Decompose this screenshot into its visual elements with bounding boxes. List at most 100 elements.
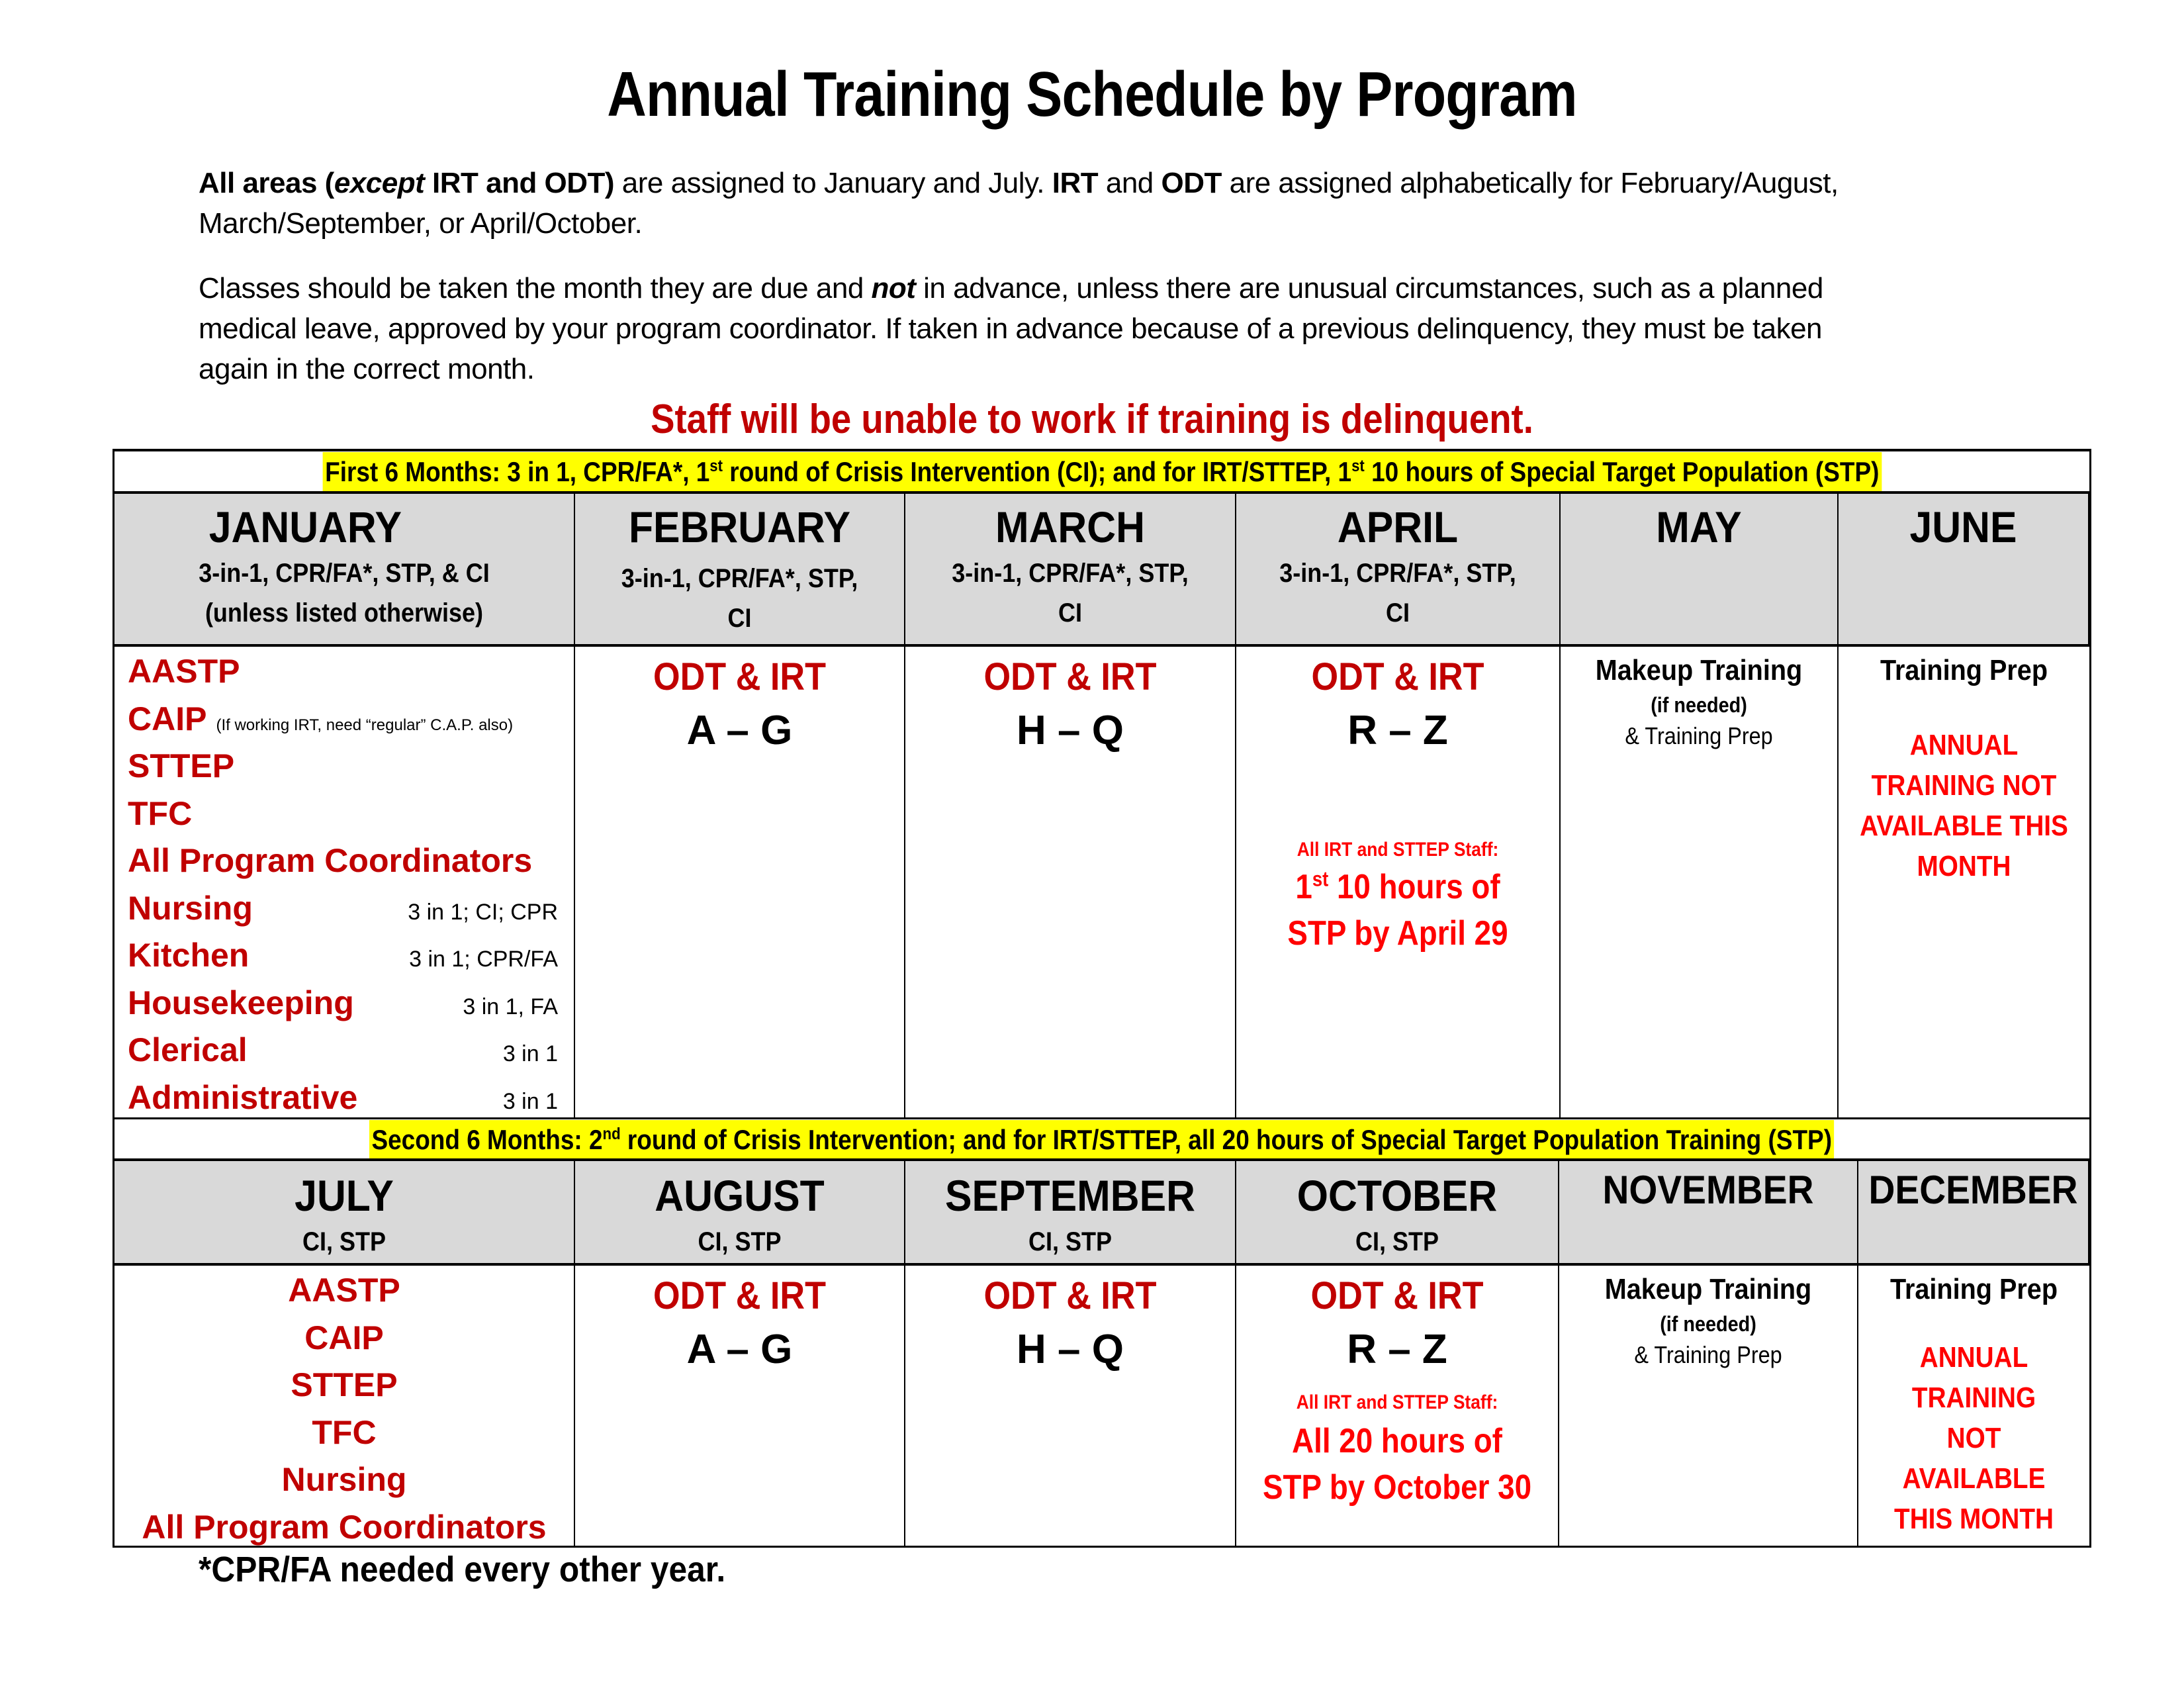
month-sub: 3-in-1, CPR/FA*, STP, & CI [199, 559, 490, 588]
makeup-title: Makeup Training [1604, 1273, 1812, 1305]
alpha-range: A – G [686, 1327, 793, 1372]
month-name: APRIL [1337, 502, 1459, 551]
program-note: 3 in 1 [502, 1088, 558, 1114]
october-assignment: ODT & IRT R – Z All IRT and STTEP Staff:… [1236, 1266, 1559, 1546]
month-name: FEBRUARY [628, 502, 851, 551]
alpha-range: R – Z [1347, 1327, 1447, 1372]
month-name: DECEMBER [1868, 1168, 2078, 1212]
second-half-table: JULY CI, STP AUGUST CI, STP SEPTEMBER CI… [113, 1158, 2091, 1548]
program-row: Administrative 3 in 1 [128, 1078, 558, 1116]
april-assignment: ODT & IRT R – Z All IRT and STTEP Staff:… [1236, 647, 1561, 1117]
program-note: 3 in 1, FA [463, 994, 558, 1019]
month-header-june: JUNE [1839, 494, 2089, 647]
makeup-note: & Training Prep [1634, 1341, 1782, 1368]
month-header-october: OCTOBER CI, STP [1236, 1161, 1559, 1266]
month-sub: CI [727, 604, 752, 633]
month-header-april: APRIL 3-in-1, CPR/FA*, STP, CI [1236, 494, 1561, 647]
second-half-band-text: Second 6 Months: 2nd round of Crisis Int… [369, 1119, 1835, 1160]
staff-label: All IRT and STTEP Staff: [1296, 1391, 1498, 1413]
makeup-note: & Training Prep [1625, 722, 1773, 749]
prep-title: Training Prep [1880, 654, 2048, 686]
program-name: STTEP [291, 1366, 398, 1403]
month-sub: 3-in-1, CPR/FA*, STP, [952, 559, 1189, 588]
program-row: STTEP [128, 747, 235, 784]
month-header-september: SEPTEMBER CI, STP [905, 1161, 1236, 1266]
program-name: Nursing [281, 1461, 407, 1498]
program-name: AASTP [288, 1272, 400, 1309]
first-half-table: JANUARY 3-in-1, CPR/FA*, STP, & CI (unle… [113, 491, 2091, 1119]
month-name: MAY [1656, 502, 1742, 551]
program-row: Clerical 3 in 1 [128, 1031, 558, 1068]
february-assignment: ODT & IRT A – G [575, 647, 905, 1117]
month-name: SEPTEMBER [945, 1171, 1195, 1220]
month-name: AUGUST [655, 1171, 825, 1220]
page-title: Annual Training Schedule by Program [607, 59, 1577, 130]
staff-label: All IRT and STTEP Staff: [1297, 839, 1499, 861]
month-sub: 3-in-1, CPR/FA*, STP, [621, 564, 858, 593]
month-name: MARCH [995, 502, 1145, 551]
footnote: *CPR/FA needed every other year. [199, 1550, 726, 1589]
program-name: TFC [312, 1413, 377, 1451]
month-header-february: FEBRUARY 3-in-1, CPR/FA*, STP, CI [575, 494, 905, 647]
june-assignment: Training Prep ANNUAL TRAINING NOT AVAILA… [1839, 647, 2089, 1117]
intro-paragraph-1: All areas (except IRT and ODT) are assig… [199, 163, 1985, 244]
alpha-range: H – Q [1017, 708, 1124, 753]
intro-p1-line1: All areas (except IRT and ODT) are assig… [199, 167, 1839, 199]
may-assignment: Makeup Training (if needed) & Training P… [1561, 647, 1839, 1117]
program-note: 3 in 1; CI; CPR [408, 899, 558, 925]
group-label: ODT & IRT [1310, 1274, 1484, 1317]
group-label: ODT & IRT [983, 655, 1157, 698]
month-header-august: AUGUST CI, STP [575, 1161, 905, 1266]
delinquency-warning: Staff will be unable to work if training… [651, 397, 1533, 442]
month-name: JANUARY [208, 502, 402, 551]
program-name: All Program Coordinators [142, 1508, 547, 1546]
group-label: ODT & IRT [983, 1274, 1157, 1317]
intro-p1-odt: ODT [1161, 167, 1222, 199]
program-row: Kitchen 3 in 1; CPR/FA [128, 937, 558, 974]
intro-p1-italic: except [334, 167, 425, 199]
month-sub: CI [1386, 598, 1410, 628]
group-label: ODT & IRT [653, 655, 826, 698]
intro-p1-bold: All areas ( [199, 167, 334, 199]
month-sub: CI, STP [302, 1227, 387, 1256]
group-label: ODT & IRT [1311, 655, 1484, 698]
program-note: 3 in 1; CPR/FA [409, 947, 558, 972]
month-sub: 3-in-1, CPR/FA*, STP, [1279, 559, 1516, 588]
september-assignment: ODT & IRT H – Q [905, 1266, 1236, 1546]
month-header-march: MARCH 3-in-1, CPR/FA*, STP, CI [905, 494, 1236, 647]
month-name: NOVEMBER [1602, 1168, 1814, 1212]
intro-p2-line2: medical leave, approved by your program … [199, 312, 1823, 345]
intro-p2-b: in advance, unless there are unusual cir… [915, 272, 1823, 305]
program-note: 3 in 1 [502, 1041, 558, 1066]
december-assignment: Training Prep ANNUAL TRAINING NOT AVAILA… [1858, 1266, 2089, 1546]
month-header-november: NOVEMBER [1559, 1161, 1858, 1266]
intro-p2-line3: again in the correct month. [199, 353, 535, 385]
makeup-sub: (if needed) [1651, 693, 1747, 717]
month-sub: CI, STP [1355, 1227, 1439, 1256]
month-sub: CI, STP [1028, 1227, 1113, 1256]
program-row: CAIP (If working IRT, need “regular” C.A.… [128, 700, 514, 737]
second-half-band: Second 6 Months: 2nd round of Crisis Int… [113, 1117, 2091, 1160]
month-sub: CI, STP [698, 1227, 782, 1256]
alpha-range: H – Q [1017, 1327, 1124, 1372]
first-half-band-text: First 6 Months: 3 in 1, CPR/FA*, 1st rou… [322, 452, 1882, 492]
month-sub: (unless listed otherwise) [205, 598, 484, 628]
month-header-january: JANUARY 3-in-1, CPR/FA*, STP, & CI (unle… [114, 494, 575, 647]
prep-title: Training Prep [1889, 1273, 2058, 1305]
alpha-range: R – Z [1347, 708, 1448, 753]
intro-p2-a: Classes should be taken the month they a… [199, 272, 872, 305]
intro-p1-rest: are assigned alphabetically for February… [1221, 167, 1839, 199]
november-assignment: Makeup Training (if needed) & Training P… [1559, 1266, 1858, 1546]
month-name: OCTOBER [1297, 1171, 1498, 1220]
august-assignment: ODT & IRT A – G [575, 1266, 905, 1546]
intro-p1-irt: IRT [1052, 167, 1099, 199]
program-row: AASTP [128, 653, 240, 690]
program-name: CAIP [304, 1319, 384, 1356]
stp-deadline-line2: STP by April 29 [1287, 914, 1508, 953]
march-assignment: ODT & IRT H – Q [905, 647, 1236, 1117]
month-name: JUNE [1909, 502, 2017, 551]
not-available-notice: ANNUAL TRAINING NOT AVAILABLE THIS MONTH [1860, 729, 2068, 882]
july-programs: AASTP CAIP STTEP TFC Nursing All Program… [114, 1266, 575, 1546]
intro-paragraph-2: Classes should be taken the month they a… [199, 268, 1985, 389]
program-row: TFC [128, 794, 193, 832]
